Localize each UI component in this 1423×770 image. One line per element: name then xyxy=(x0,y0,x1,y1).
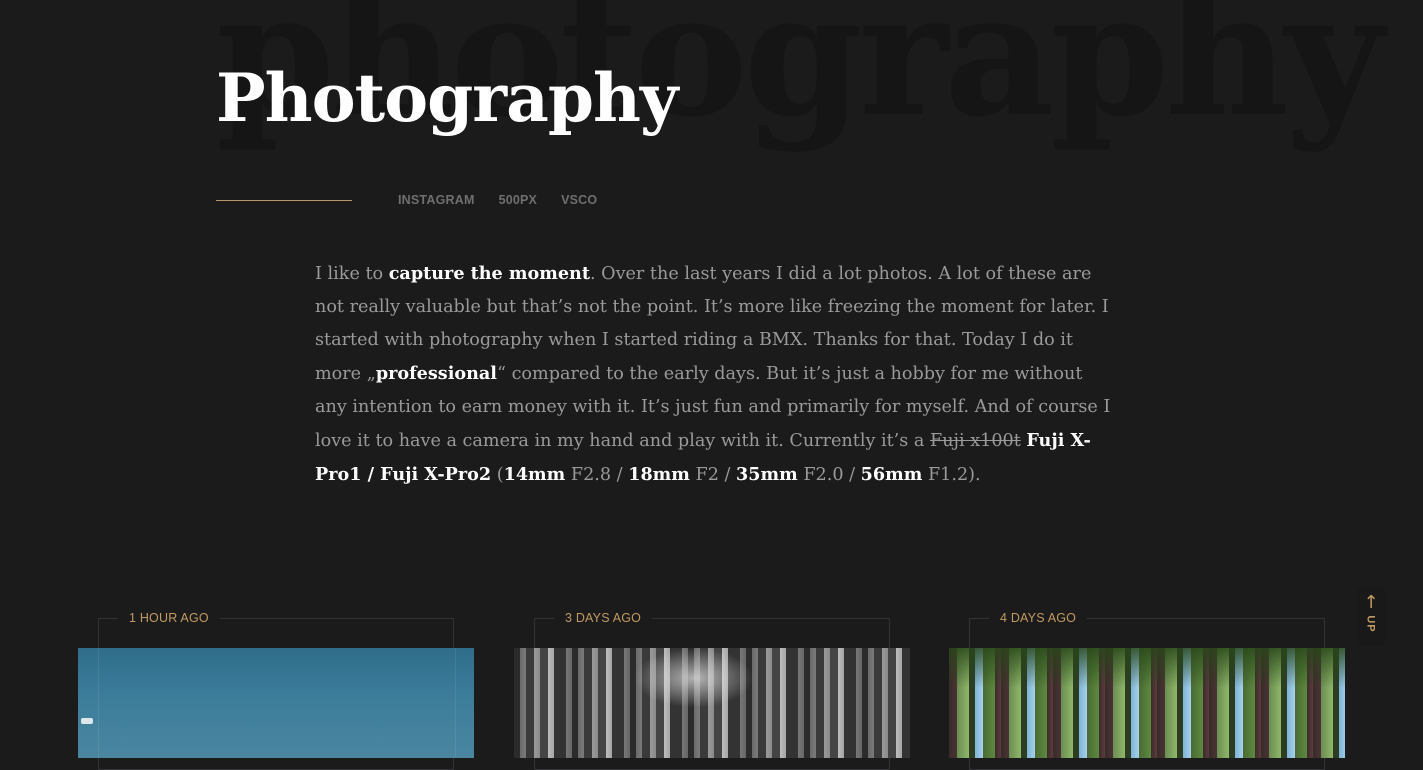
lens-focal-length: 18mm xyxy=(628,464,690,485)
lens-focal-length: 35mm xyxy=(736,464,798,485)
card-timestamp: 1 HOUR AGO xyxy=(118,610,220,626)
500px-link[interactable]: 500PX xyxy=(499,193,538,207)
card-timestamp: 4 DAYS AGO xyxy=(989,610,1088,626)
intro-paragraph: I like to capture the moment. Over the l… xyxy=(315,263,1111,485)
intro-emphasis: professional xyxy=(375,363,497,384)
title-divider xyxy=(216,200,352,201)
photo-card[interactable]: 4 DAYS AGO xyxy=(949,610,1345,770)
lens-focal-length: 56mm xyxy=(860,464,923,485)
photo-image[interactable] xyxy=(514,648,910,758)
vsco-link[interactable]: VSCO xyxy=(561,193,597,207)
photo-card[interactable]: 3 DAYS AGO xyxy=(514,610,910,770)
scroll-up-button[interactable]: ↑ UP xyxy=(1357,588,1385,646)
arrow-up-icon: ↑ xyxy=(1363,592,1379,613)
scroll-up-label: UP xyxy=(1365,615,1377,633)
photo-image[interactable] xyxy=(949,648,1345,758)
street-lamp xyxy=(81,718,93,724)
lens-focal-length: 14mm xyxy=(503,464,566,485)
card-timestamp: 3 DAYS AGO xyxy=(554,610,653,626)
instagram-link[interactable]: INSTAGRAM xyxy=(398,193,475,207)
page-title: Photography xyxy=(216,59,678,137)
intro-emphasis: capture the moment xyxy=(388,263,590,284)
strikethrough-text: Fuji x100t xyxy=(929,431,1021,451)
photo-card[interactable]: 1 HOUR AGO xyxy=(78,610,474,770)
social-links: INSTAGRAM 500PX VSCO xyxy=(398,193,597,207)
photo-image[interactable] xyxy=(78,648,474,758)
